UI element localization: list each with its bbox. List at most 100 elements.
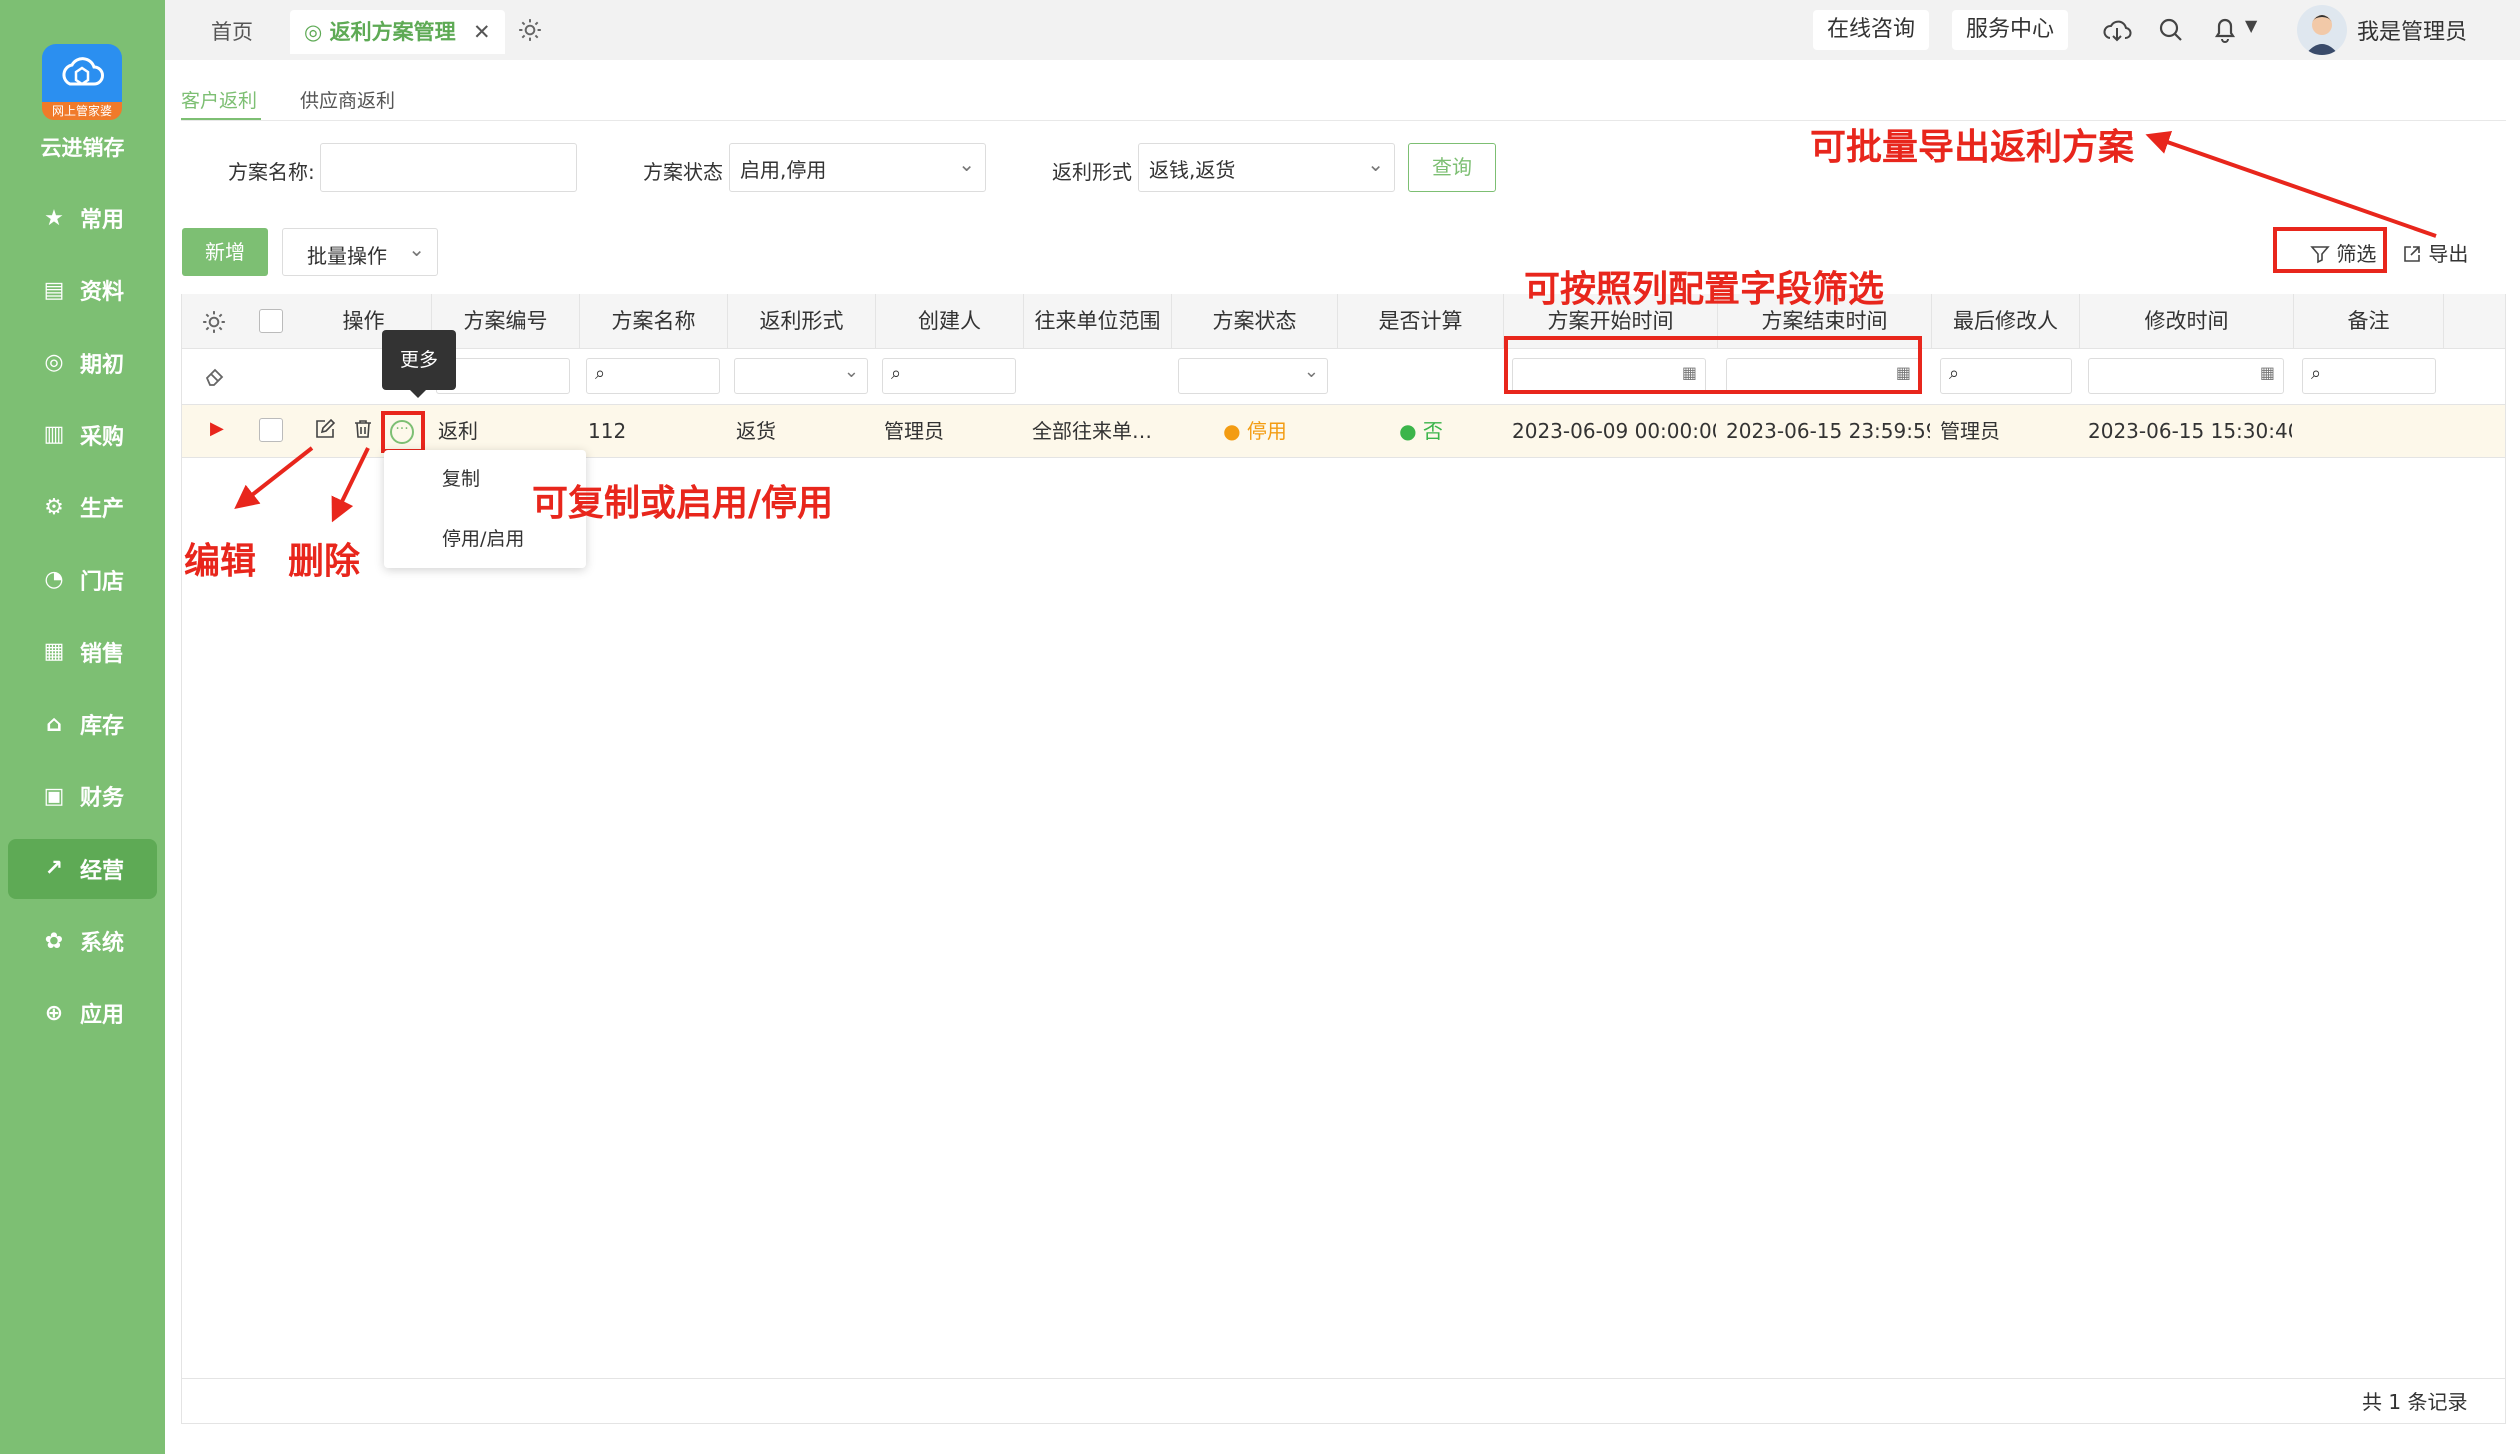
header-is-calculated[interactable]: 是否计算 (1338, 294, 1504, 348)
pie-icon: ◔ (44, 567, 64, 592)
close-tab-icon[interactable]: ✕ (473, 20, 491, 44)
sidebar-item-label: 财务 (80, 786, 125, 812)
sidebar-item-2[interactable]: ◎ 期初 (8, 333, 157, 393)
plan-name-input[interactable] (320, 143, 577, 192)
cell-creator: 管理员 (884, 419, 944, 443)
header-modify-time[interactable]: 修改时间 (2080, 294, 2294, 348)
row-checkbox[interactable] (259, 418, 283, 442)
record-count: 共 1 条记录 (2362, 1390, 2468, 1414)
filter-last-modifier[interactable]: ⌕ (1940, 358, 2072, 394)
cell-note (2302, 405, 2438, 457)
header-rebate-form[interactable]: 返利形式 (728, 294, 876, 348)
search-icon[interactable] (2157, 16, 2185, 44)
clear-filter-eraser-icon[interactable] (203, 364, 227, 388)
more-tooltip: 更多 (382, 330, 456, 390)
subtab-divider (181, 120, 2506, 121)
bell-dropdown-icon[interactable]: ▼ (2245, 16, 2257, 35)
document-icon: ▤ (43, 277, 65, 303)
cell-plan-status: ● 停用 (1172, 405, 1338, 457)
app-logo[interactable]: 网上管家婆 (42, 44, 122, 120)
sidebar-item-5[interactable]: ◔ 门店 (8, 550, 157, 610)
wallet-icon: ▣ (43, 783, 65, 809)
tab-rebate-plan[interactable]: ◎ 返利方案管理 ✕ (290, 10, 505, 54)
annotation-edit: 编辑 (184, 541, 257, 582)
sidebar-item-7[interactable]: ⌂ 库存 (8, 694, 157, 754)
sidebar-item-label: 门店 (80, 569, 125, 595)
brand-name: 云进销存 (40, 136, 125, 160)
sidebar-item-11[interactable]: ⊕ 应用 (8, 983, 157, 1043)
bell-icon[interactable] (2211, 14, 2239, 44)
online-consult-button[interactable]: 在线咨询 (1813, 10, 1930, 50)
avatar-person-icon (2305, 15, 2339, 55)
filter-creator[interactable]: ⌕ (882, 358, 1016, 394)
sidebar-item-1[interactable]: ▤ 资料 (8, 260, 157, 320)
chevron-down-icon: ⌄ (843, 361, 859, 382)
filter-modify-time[interactable]: ▦ (2088, 358, 2284, 394)
sidebar-item-label: 生产 (80, 497, 125, 523)
date-filter-highlight-box (1504, 336, 1922, 394)
more-options-icon[interactable]: ··· (390, 420, 414, 444)
select-all-checkbox[interactable] (259, 309, 283, 333)
export-label: 导出 (2428, 242, 2469, 266)
avatar[interactable] (2297, 5, 2347, 55)
gear-icon: ✿ (44, 928, 64, 954)
header-creator[interactable]: 创建人 (876, 294, 1024, 348)
header-plan-name[interactable]: 方案名称 (580, 294, 728, 348)
header-note[interactable]: 备注 (2294, 294, 2444, 348)
chevron-down-icon: ⌄ (1367, 152, 1384, 176)
sidebar-item-8[interactable]: ▣ 财务 (8, 766, 157, 826)
sidebar-item-9[interactable]: ↗ 经营 (8, 838, 157, 899)
delete-trash-icon[interactable] (352, 418, 374, 440)
filter-rebate-form[interactable]: ⌄ (734, 358, 868, 394)
plan-status-label: 方案状态 (643, 160, 723, 184)
filter-plan-code[interactable]: ⌕ (436, 358, 570, 394)
cell-last-modifier: 管理员 (1940, 419, 2000, 443)
menu-item-toggle-status[interactable]: 停用/启用 (442, 524, 524, 551)
sidebar-item-label: 经营 (80, 858, 125, 884)
sidebar-item-4[interactable]: ⚙ 生产 (8, 477, 157, 537)
filter-note[interactable]: ⌕ (2302, 358, 2436, 394)
sidebar-item-label: 库存 (80, 714, 125, 740)
tab-home[interactable]: 首页 (211, 10, 253, 54)
topbar: 首页 ◎ 返利方案管理 ✕ 在线咨询 服务中心 ▼ 我是管理员 (165, 0, 2520, 60)
filter-button[interactable]: 筛选 (2310, 238, 2376, 267)
edit-icon[interactable] (314, 418, 336, 440)
chevron-down-icon: ⌄ (958, 152, 975, 176)
query-button[interactable]: 查询 (1408, 143, 1496, 192)
header-last-modifier[interactable]: 最后修改人 (1932, 294, 2080, 348)
cell-partner-scope: 全部往来单… (1032, 419, 1152, 443)
cell-is-calculated: ● 否 (1338, 405, 1504, 457)
factory-icon: ⚙ (44, 494, 64, 520)
filter-plan-status[interactable]: ⌄ (1178, 358, 1328, 394)
export-button[interactable]: 导出 (2402, 238, 2468, 267)
menu-item-copy[interactable]: 复制 (442, 464, 480, 491)
calendar-icon: ▦ (2259, 363, 2275, 382)
sidebar-item-6[interactable]: ▦ 销售 (8, 622, 157, 682)
plan-name-label: 方案名称: (228, 160, 315, 184)
search-icon: ⌕ (1949, 363, 1960, 384)
row-expand-icon[interactable]: ▶ (210, 418, 224, 439)
filter-plan-name[interactable]: ⌕ (586, 358, 720, 394)
sidebar-item-10[interactable]: ✿ 系统 (8, 911, 157, 971)
user-name[interactable]: 我是管理员 (2357, 14, 2467, 46)
star-icon: ★ (44, 205, 64, 231)
rebate-form-select[interactable]: 返钱,返货 ⌄ (1138, 143, 1395, 192)
tab-settings-gear-icon[interactable] (517, 17, 543, 43)
batch-operation-dropdown[interactable]: 批量操作 ⌄ (282, 228, 438, 276)
add-button[interactable]: 新增 (182, 228, 268, 276)
chevron-down-icon: ⌄ (408, 237, 425, 261)
sidebar-item-0[interactable]: ★ 常用 (8, 188, 157, 248)
header-partner-scope[interactable]: 往来单位范围 (1024, 294, 1172, 348)
header-plan-status[interactable]: 方案状态 (1172, 294, 1338, 348)
tooltip-arrow (410, 390, 426, 398)
cloud-download-icon[interactable] (2102, 16, 2132, 44)
subtab-supplier-rebate[interactable]: 供应商返利 (300, 86, 395, 113)
subtab-customer-rebate[interactable]: 客户返利 (181, 86, 257, 113)
batch-operation-label: 批量操作 (307, 244, 387, 268)
service-center-button[interactable]: 服务中心 (1952, 10, 2069, 50)
plan-status-select[interactable]: 启用,停用 ⌄ (729, 143, 986, 192)
column-settings-gear-icon[interactable] (201, 309, 227, 335)
sidebar-item-3[interactable]: ▥ 采购 (8, 405, 157, 465)
export-icon (2404, 246, 2420, 262)
plus-icon: ⊕ (44, 1000, 64, 1026)
